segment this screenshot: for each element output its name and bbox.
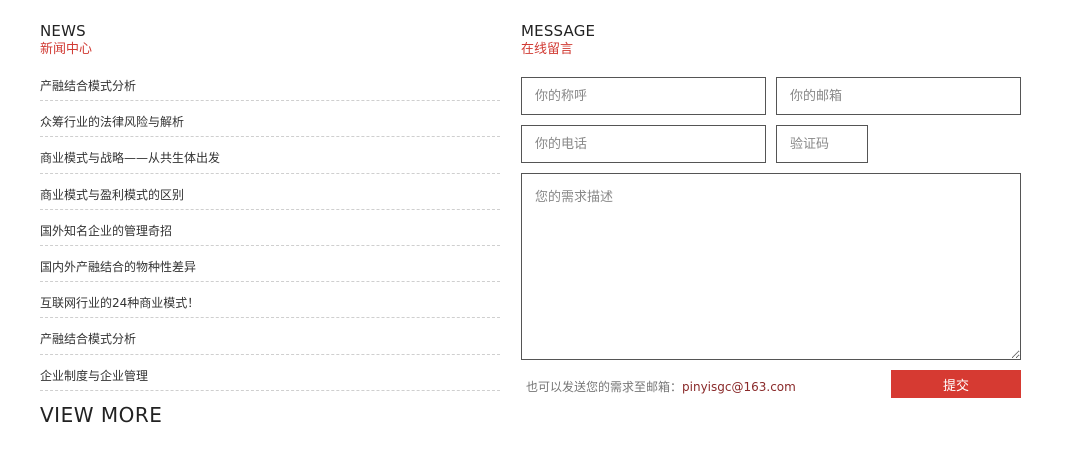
email-tip-text: 也可以发送您的需求至邮箱： bbox=[526, 380, 683, 394]
message-form: 也可以发送您的需求至邮箱：pinyisgc@163.com 提交 bbox=[521, 77, 1021, 407]
submit-button[interactable]: 提交 bbox=[891, 370, 1021, 398]
view-more-link[interactable]: VIEW MORE bbox=[40, 403, 162, 427]
list-item: 产融结合模式分析 bbox=[40, 65, 500, 102]
message-title-en: MESSAGE bbox=[521, 22, 596, 40]
news-link[interactable]: 国内外产融结合的物种性差异 bbox=[40, 258, 196, 275]
news-title-en: NEWS bbox=[40, 22, 86, 40]
news-link[interactable]: 企业制度与企业管理 bbox=[40, 367, 148, 384]
news-link[interactable]: 商业模式与战略——从共生体出发 bbox=[40, 149, 220, 166]
email-input[interactable] bbox=[776, 77, 1021, 115]
news-link[interactable]: 众筹行业的法律风险与解析 bbox=[40, 113, 184, 130]
list-item: 国外知名企业的管理奇招 bbox=[40, 210, 500, 246]
phone-input[interactable] bbox=[521, 125, 766, 163]
email-tip: 也可以发送您的需求至邮箱：pinyisgc@163.com bbox=[526, 378, 796, 395]
news-link[interactable]: 商业模式与盈利模式的区别 bbox=[40, 186, 184, 203]
list-item: 企业制度与企业管理 bbox=[40, 355, 500, 391]
contact-email: pinyisgc@163.com bbox=[682, 380, 796, 394]
description-textarea[interactable] bbox=[521, 173, 1021, 360]
news-link[interactable]: 互联网行业的24种商业模式！ bbox=[40, 294, 199, 311]
news-section: NEWS 新闻中心 产融结合模式分析 众筹行业的法律风险与解析 商业模式与战略—… bbox=[40, 22, 500, 427]
list-item: 产融结合模式分析 bbox=[40, 318, 500, 355]
news-list: 产融结合模式分析 众筹行业的法律风险与解析 商业模式与战略——从共生体出发 商业… bbox=[40, 65, 500, 391]
list-item: 众筹行业的法律风险与解析 bbox=[40, 101, 500, 138]
list-item: 国内外产融结合的物种性差异 bbox=[40, 246, 500, 283]
list-item: 商业模式与战略——从共生体出发 bbox=[40, 137, 500, 174]
news-link[interactable]: 产融结合模式分析 bbox=[40, 330, 136, 347]
message-title-cn: 在线留言 bbox=[521, 42, 574, 57]
message-section: MESSAGE 在线留言 也可以发送您的需求至邮箱：pinyisgc@163.c… bbox=[521, 22, 1021, 407]
news-title-cn: 新闻中心 bbox=[40, 42, 93, 57]
captcha-input[interactable] bbox=[776, 125, 868, 163]
list-item: 互联网行业的24种商业模式！ bbox=[40, 282, 500, 319]
news-link[interactable]: 国外知名企业的管理奇招 bbox=[40, 222, 172, 239]
list-item: 商业模式与盈利模式的区别 bbox=[40, 174, 500, 210]
name-input[interactable] bbox=[521, 77, 766, 115]
news-link[interactable]: 产融结合模式分析 bbox=[40, 77, 136, 94]
